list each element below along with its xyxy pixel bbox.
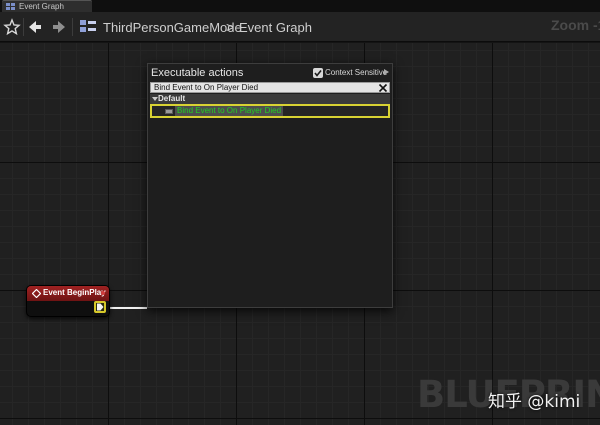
breadcrumb-separator: > xyxy=(226,19,235,35)
function-icon xyxy=(165,109,173,114)
category-default[interactable]: Default xyxy=(150,94,390,104)
node-title: Event BeginPlay xyxy=(43,288,106,297)
context-sensitive-checkbox[interactable] xyxy=(313,68,323,78)
search-value: Bind Event to On Player Died xyxy=(154,83,259,92)
category-label: Default xyxy=(158,94,186,103)
breadcrumb-game-mode[interactable]: ThirdPersonGameMode xyxy=(103,20,242,35)
close-icon[interactable] xyxy=(378,83,388,93)
exec-arrow-icon xyxy=(97,303,104,311)
graph-icon xyxy=(6,3,15,10)
action-item-bind-event[interactable]: Bind Event to On Player Died xyxy=(150,104,390,118)
action-item-label: Bind Event to On Player Died xyxy=(175,106,284,116)
arrow-left-icon[interactable] xyxy=(26,18,44,36)
action-search-input[interactable]: Bind Event to On Player Died xyxy=(150,82,390,93)
star-icon[interactable] xyxy=(3,18,21,36)
toolbar-separator xyxy=(72,18,73,36)
event-diamond-icon xyxy=(32,289,41,298)
event-beginplay-node[interactable]: Event BeginPlay xyxy=(26,285,110,317)
context-sensitive-arrow-icon[interactable] xyxy=(384,69,389,75)
graph-toolbar: ThirdPersonGameMode > Event Graph Zoom -… xyxy=(0,12,600,42)
arrow-right-icon[interactable] xyxy=(50,18,68,36)
toolbar-separator xyxy=(23,18,24,36)
node-header: Event BeginPlay xyxy=(27,286,109,301)
zoom-level: Zoom -1 xyxy=(551,17,600,33)
breadcrumb-event-graph[interactable]: Event Graph xyxy=(239,20,312,35)
node-status-dot xyxy=(101,291,105,295)
tab-event-graph[interactable]: Event Graph xyxy=(2,0,92,12)
credit-watermark: 知乎 @kimi xyxy=(488,392,581,412)
action-menu: Executable actions Context Sensitive Bin… xyxy=(147,63,393,308)
tab-strip: Event Graph xyxy=(0,0,600,12)
graph-canvas[interactable]: Event BeginPlay Executable actions Conte… xyxy=(0,43,600,425)
exec-wire xyxy=(106,307,147,309)
tab-label: Event Graph xyxy=(19,2,64,11)
context-sensitive-label: Context Sensitive xyxy=(325,68,388,77)
blueprint-icon xyxy=(80,20,96,32)
checkmark-icon xyxy=(314,70,322,77)
action-menu-title: Executable actions xyxy=(151,67,244,79)
exec-output-pin[interactable] xyxy=(94,301,106,313)
